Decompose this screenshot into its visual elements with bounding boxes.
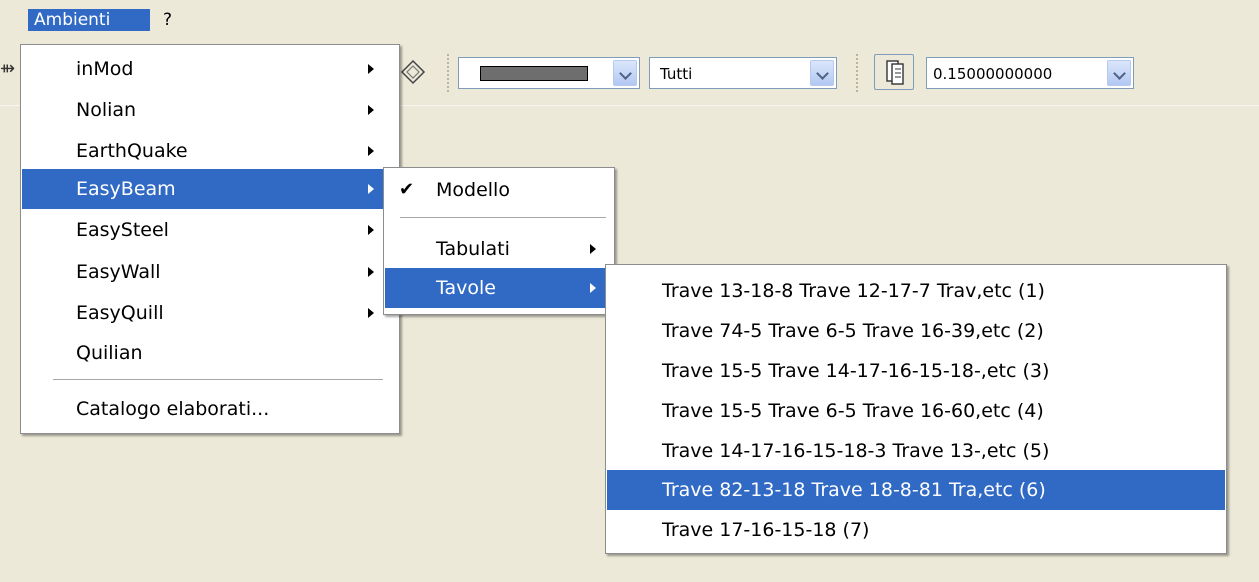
chevron-down-icon[interactable] (810, 60, 834, 86)
menu-separator (400, 217, 606, 218)
menu-item-label: Trave 15-5 Trave 14-17-16-15-18-,etc (3) (662, 360, 1050, 382)
menu-item-label: Trave 13-18-8 Trave 12-17-7 Trav,etc (1) (662, 280, 1045, 302)
menu-item-tavola[interactable]: Trave 17-16-15-18 (7) (607, 510, 1225, 550)
menu-item-label: EasySteel (76, 219, 169, 241)
menu-item-label: Trave 82-13-18 Trave 18-8-81 Tra,etc (6) (662, 479, 1046, 501)
menu-separator (53, 379, 383, 380)
line-color-select[interactable] (458, 57, 640, 89)
menu-item-tavola[interactable]: Trave 13-18-8 Trave 12-17-7 Trav,etc (1) (607, 271, 1225, 311)
easybeam-submenu: ✔ Modello Tabulati Tavole (383, 167, 615, 315)
menu-item-tavola[interactable]: Trave 15-5 Trave 14-17-16-15-18-,etc (3) (607, 351, 1225, 391)
submenu-arrow-icon (368, 105, 374, 115)
filter-select[interactable]: Tutti (649, 57, 837, 89)
chevron-down-icon[interactable] (1107, 60, 1131, 86)
menu-item-label: Catalogo elaborati... (76, 398, 270, 420)
menu-bar: Ambienti ? (0, 0, 1259, 31)
menu-item-easyquill[interactable]: EasyQuill (22, 293, 398, 333)
menu-item-label: inMod (76, 58, 134, 80)
toolbar-separator (447, 54, 449, 92)
thickness-select[interactable]: 0.15000000000 (926, 57, 1134, 89)
submenu-arrow-icon (368, 184, 374, 194)
menu-item-nolian[interactable]: Nolian (22, 90, 398, 130)
menu-item-catalogo-elaborati[interactable]: Catalogo elaborati... (22, 389, 398, 429)
menu-item-tavola[interactable]: Trave 82-13-18 Trave 18-8-81 Tra,etc (6) (607, 470, 1225, 510)
menu-item-earthquake[interactable]: EarthQuake (22, 131, 398, 171)
tavole-submenu: Trave 13-18-8 Trave 12-17-7 Trav,etc (1)… (605, 264, 1227, 554)
menu-item-tavola[interactable]: Trave 15-5 Trave 6-5 Trave 16-60,etc (4) (607, 391, 1225, 431)
menu-help[interactable]: ? (157, 9, 178, 31)
menu-item-label: EarthQuake (76, 140, 188, 162)
menu-item-label: EasyBeam (76, 178, 176, 200)
pages-button[interactable] (874, 54, 914, 90)
menu-item-tavola[interactable]: Trave 14-17-16-15-18-3 Trave 13-,etc (5) (607, 431, 1225, 471)
thickness-select-value: 0.15000000000 (933, 65, 1053, 83)
submenu-arrow-icon (368, 267, 374, 277)
submenu-arrow-icon (368, 308, 374, 318)
menu-item-tavola[interactable]: Trave 74-5 Trave 6-5 Trave 16-39,etc (2) (607, 311, 1225, 351)
submenu-arrow-icon (368, 146, 374, 156)
menu-item-label: Nolian (76, 99, 137, 121)
menu-item-modello[interactable]: ✔ Modello (385, 170, 613, 210)
menu-item-label: EasyWall (76, 261, 161, 283)
menu-item-label: Tabulati (436, 238, 510, 260)
menu-item-label: Trave 14-17-16-15-18-3 Trave 13-,etc (5) (662, 440, 1050, 462)
menu-item-label: EasyQuill (76, 302, 164, 324)
clipped-toolbar-icon[interactable]: ⇻ (0, 58, 15, 79)
color-swatch (480, 66, 588, 81)
menu-item-label: Trave 17-16-15-18 (7) (662, 519, 870, 541)
submenu-arrow-icon (368, 225, 374, 235)
layers-icon[interactable] (398, 58, 428, 88)
menu-item-label: Quilian (76, 342, 143, 364)
menu-item-quilian[interactable]: Quilian (22, 333, 398, 373)
menu-item-easybeam[interactable]: EasyBeam (22, 169, 398, 209)
menu-item-label: Tavole (436, 277, 496, 299)
check-icon: ✔ (399, 179, 415, 200)
submenu-arrow-icon (590, 244, 596, 254)
chevron-down-icon[interactable] (613, 60, 637, 86)
submenu-arrow-icon (368, 64, 374, 74)
menu-item-inmod[interactable]: inMod (22, 49, 398, 89)
menu-ambienti[interactable]: Ambienti (28, 9, 150, 31)
menu-item-label: Trave 74-5 Trave 6-5 Trave 16-39,etc (2) (662, 320, 1044, 342)
menu-item-label: Modello (436, 179, 510, 201)
toolbar-separator (856, 54, 858, 92)
menu-item-tabulati[interactable]: Tabulati (385, 229, 613, 269)
menu-item-tavole[interactable]: Tavole (385, 268, 613, 308)
menu-item-label: Trave 15-5 Trave 6-5 Trave 16-60,etc (4) (662, 400, 1044, 422)
menu-item-easywall[interactable]: EasyWall (22, 252, 398, 292)
ambienti-dropdown-menu: inMod Nolian EarthQuake EasyBeam EasySte… (20, 44, 400, 434)
pages-icon (875, 60, 913, 93)
menu-item-easysteel[interactable]: EasySteel (22, 210, 398, 250)
filter-select-value: Tutti (660, 65, 693, 83)
submenu-arrow-icon (590, 283, 596, 293)
